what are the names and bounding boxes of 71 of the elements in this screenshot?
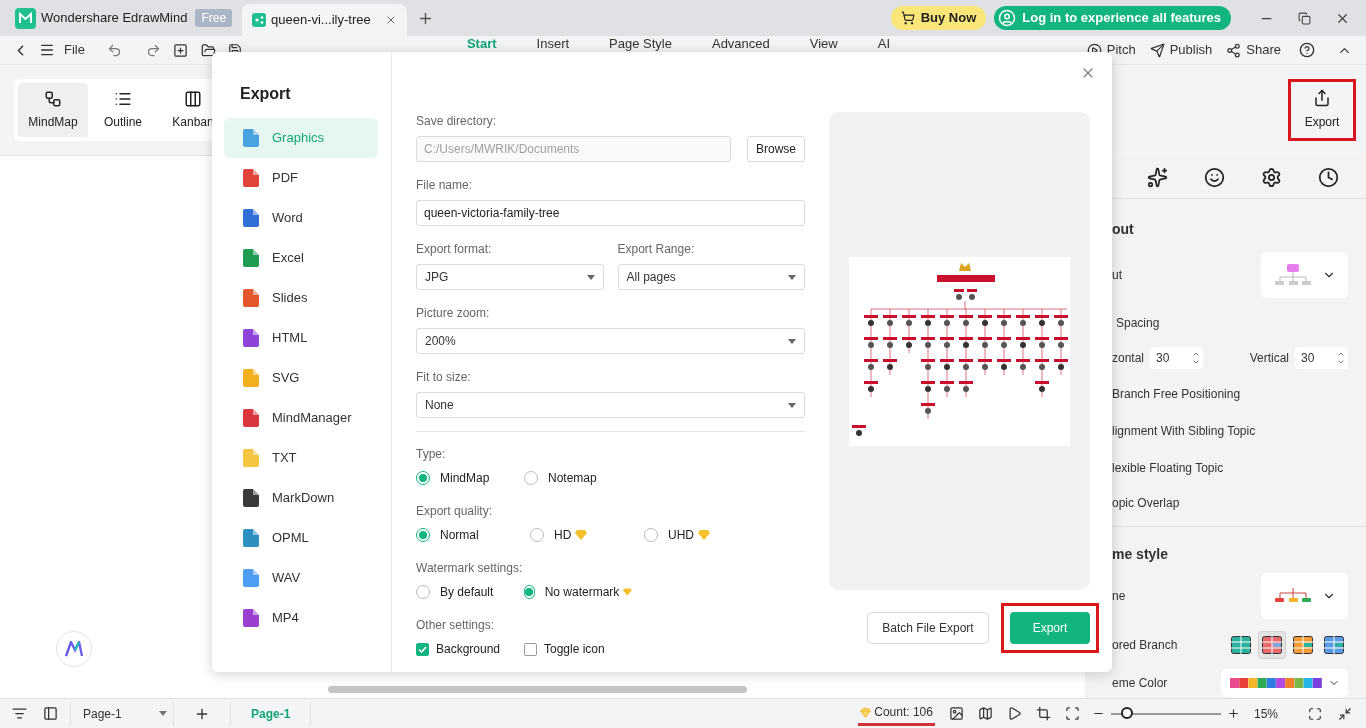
input-field[interactable]: queen-victoria-family-tree bbox=[416, 200, 805, 226]
field-label: Watermark settings: bbox=[416, 560, 524, 577]
field-label: Type: bbox=[416, 446, 447, 463]
field-label: Picture zoom: bbox=[416, 305, 491, 322]
menu-tab[interactable]: Page Style bbox=[594, 37, 687, 51]
format-item[interactable]: MarkDown bbox=[224, 478, 378, 518]
field-label: Other settings: bbox=[416, 617, 496, 634]
format-item[interactable]: Slides bbox=[224, 278, 378, 318]
field-label: Export format: bbox=[416, 241, 493, 258]
field-label: Export quality: bbox=[416, 503, 494, 520]
menu-tab[interactable]: Insert bbox=[521, 37, 585, 51]
format-item[interactable]: Excel bbox=[224, 238, 378, 278]
export-button[interactable]: Export bbox=[1304, 89, 1340, 131]
menu-tab[interactable]: AI bbox=[862, 37, 906, 51]
menu-tab[interactable]: View bbox=[794, 37, 853, 51]
dropdown-field[interactable]: 200% bbox=[416, 328, 805, 354]
format-item[interactable]: SVG bbox=[224, 358, 378, 398]
colored-branch-label: ored Branch bbox=[1112, 637, 1179, 654]
field-label: Fit to size: bbox=[416, 369, 472, 386]
format-item[interactable]: PDF bbox=[224, 158, 378, 198]
layout-option: Branch Free Positioning bbox=[1112, 385, 1348, 403]
radio-option[interactable]: By default bbox=[416, 583, 524, 601]
field-label: File name: bbox=[416, 177, 474, 194]
menu-tab[interactable]: Advanced bbox=[696, 37, 785, 51]
checkbox-option[interactable]: Background bbox=[416, 640, 524, 658]
format-item[interactable]: OPML bbox=[224, 518, 378, 558]
view-mode-button[interactable]: MindMap bbox=[18, 83, 88, 137]
radio-option[interactable]: No watermark bbox=[524, 583, 632, 601]
layout-option: lexible Floating Topic bbox=[1112, 459, 1348, 477]
radio-option[interactable]: MindMap bbox=[416, 469, 524, 487]
format-item[interactable]: TXT bbox=[224, 438, 378, 478]
section-heading: me style bbox=[1112, 545, 1170, 564]
radio-option[interactable]: UHD bbox=[644, 526, 758, 544]
vertical-label: Vertical bbox=[1249, 350, 1289, 367]
theme-color-label: eme Color bbox=[1112, 675, 1169, 692]
topic-count: Count: 106 bbox=[858, 701, 935, 726]
document-tab[interactable]: queen-vi...ily-tree bbox=[242, 4, 407, 36]
dropdown-field[interactable]: JPG bbox=[416, 264, 604, 290]
format-item[interactable]: WAV bbox=[224, 558, 378, 598]
format-item[interactable]: MindManager bbox=[224, 398, 378, 438]
spacing-label: Spacing bbox=[1115, 315, 1161, 332]
file-menu[interactable]: File bbox=[64, 40, 85, 60]
toolbar-action[interactable]: Publish bbox=[1149, 40, 1213, 60]
format-item[interactable]: Word bbox=[224, 198, 378, 238]
batch-export-button[interactable]: Batch File Export bbox=[867, 612, 989, 644]
layout-label: ut bbox=[1112, 267, 1122, 284]
toolbar-action[interactable]: Share bbox=[1226, 40, 1281, 60]
horizontal-label: zontal bbox=[1112, 350, 1145, 367]
layout-option: opic Overlap bbox=[1112, 494, 1348, 512]
field-label: Export Range: bbox=[617, 241, 696, 258]
layout-option: lignment With Sibling Topic bbox=[1112, 422, 1348, 440]
checkbox-option[interactable]: Toggle icon bbox=[524, 640, 632, 658]
page-dropdown[interactable]: Page-1 bbox=[70, 701, 174, 726]
app-title: Wondershare EdrawMind bbox=[41, 9, 188, 28]
buy-now-button[interactable]: Buy Now bbox=[890, 6, 987, 30]
theme-label: ne bbox=[1112, 588, 1126, 605]
field-label: Save directory: bbox=[416, 113, 498, 130]
format-item[interactable]: HTML bbox=[224, 318, 378, 358]
dropdown-field[interactable]: None bbox=[416, 392, 805, 418]
format-item[interactable]: MP4 bbox=[224, 598, 378, 638]
dialog-title: Export bbox=[240, 84, 292, 104]
zoom-dropdown[interactable]: 15% bbox=[1253, 704, 1278, 723]
view-mode-button[interactable]: Outline bbox=[88, 83, 158, 137]
radio-option[interactable]: Notemap bbox=[524, 469, 632, 487]
number-field[interactable]: 30 bbox=[1150, 347, 1204, 369]
number-field[interactable]: 30 bbox=[1295, 347, 1348, 369]
section-heading: out bbox=[1112, 220, 1135, 239]
radio-option[interactable]: Normal bbox=[416, 526, 530, 544]
plan-badge: Free bbox=[195, 9, 233, 27]
dropdown-field[interactable]: All pages bbox=[617, 264, 805, 290]
radio-option[interactable]: HD bbox=[530, 526, 644, 544]
